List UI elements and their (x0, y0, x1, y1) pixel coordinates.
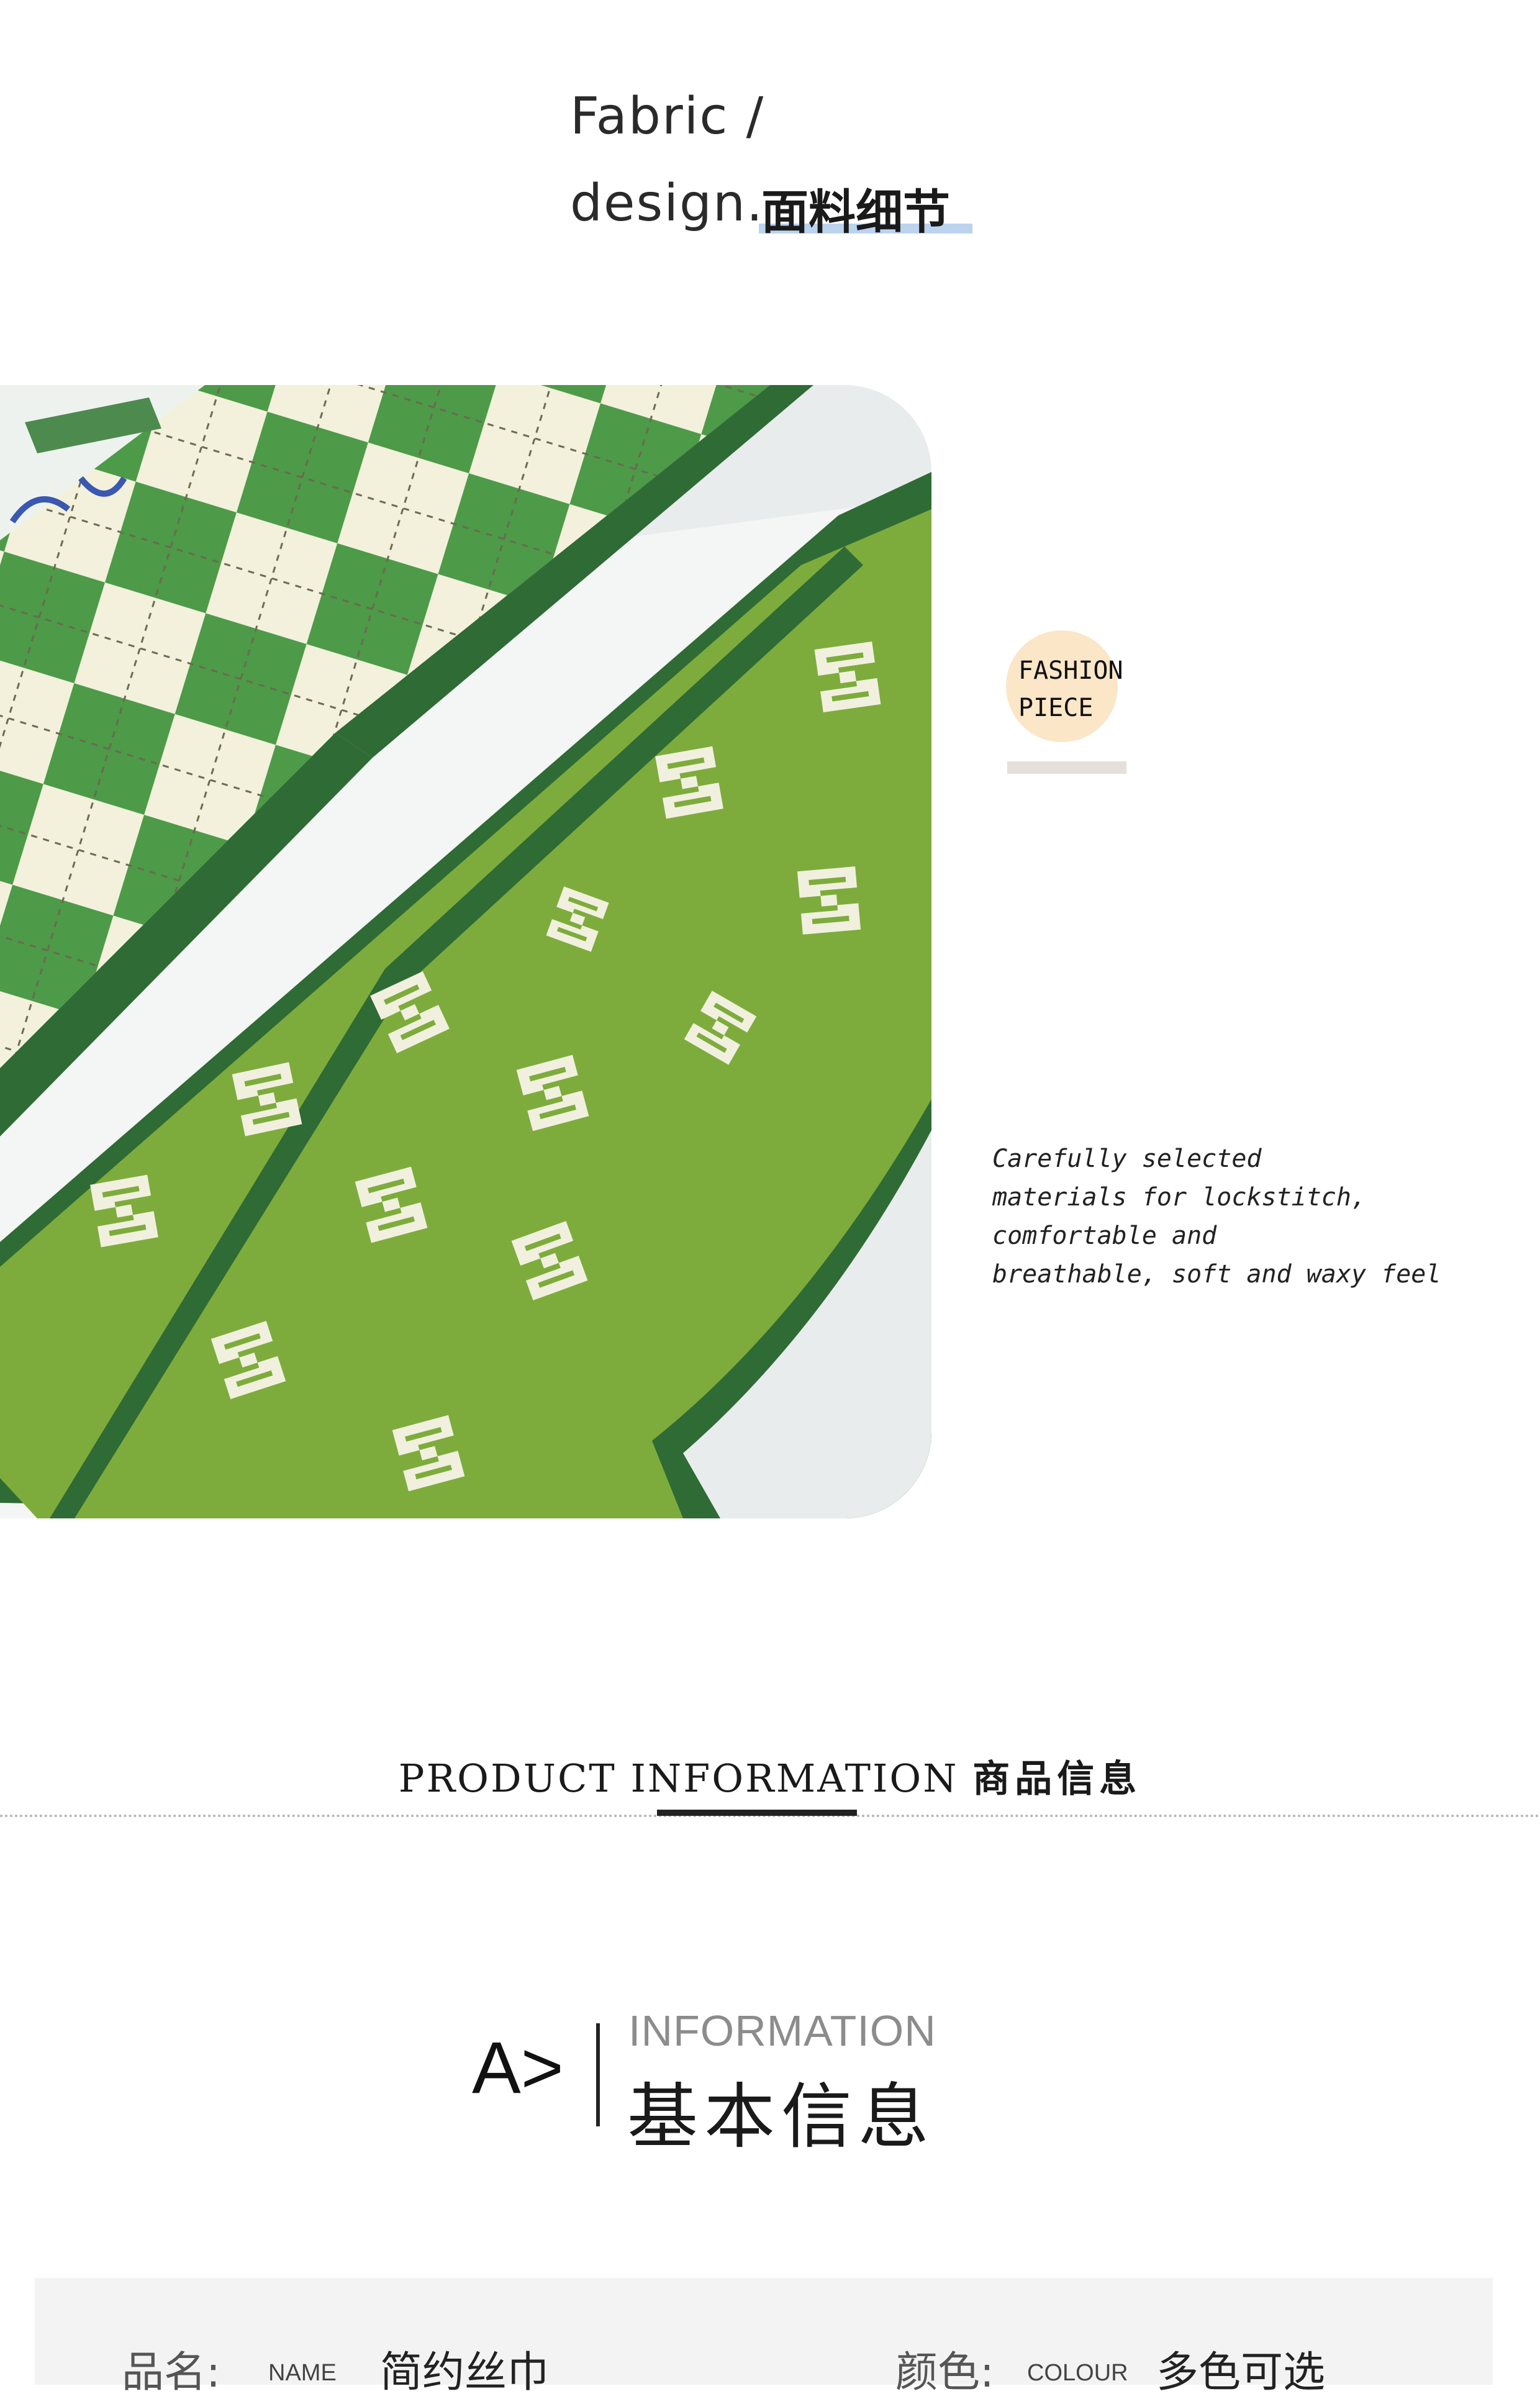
fashion-badge-bar (1007, 761, 1126, 774)
scarf-fabric-photo (0, 385, 931, 1518)
basic-info-prefix: A> (472, 2027, 564, 2109)
spec-colour-label: 颜色: (895, 2348, 994, 2397)
material-description: Carefully selected materials for locksti… (992, 1145, 1441, 1289)
spec-name-label: 品名: (122, 2348, 220, 2397)
basic-info-title-en: INFORMATION (628, 2007, 936, 2055)
spec-name-value: 简约丝巾 (380, 2348, 550, 2397)
spec-colour-en: COLOUR (1027, 2360, 1128, 2386)
section-divider-accent (657, 1810, 857, 1816)
fabric-heading-line2: design. (570, 174, 764, 233)
product-info-heading: PRODUCT INFORMATION 商品信息 (0, 1749, 1540, 1803)
product-info-title-en: PRODUCT INFORMATION (398, 1756, 959, 1801)
basic-info-separator (596, 2023, 600, 2126)
fabric-title-cn: 面料细节 (761, 184, 950, 240)
product-info-title-cn: 商品信息 (972, 1757, 1142, 1801)
spec-name-en: NAME (268, 2360, 337, 2386)
fashion-badge-line2: PIECE (1018, 694, 1094, 722)
spec-colour-value: 多色可选 (1156, 2348, 1326, 2397)
basic-info-title-cn: 基本信息 (627, 2075, 936, 2158)
fabric-heading-line1: Fabric / (570, 87, 765, 146)
scarf-illustration (0, 385, 931, 1518)
fashion-badge-line1: FASHION (1018, 656, 1123, 685)
